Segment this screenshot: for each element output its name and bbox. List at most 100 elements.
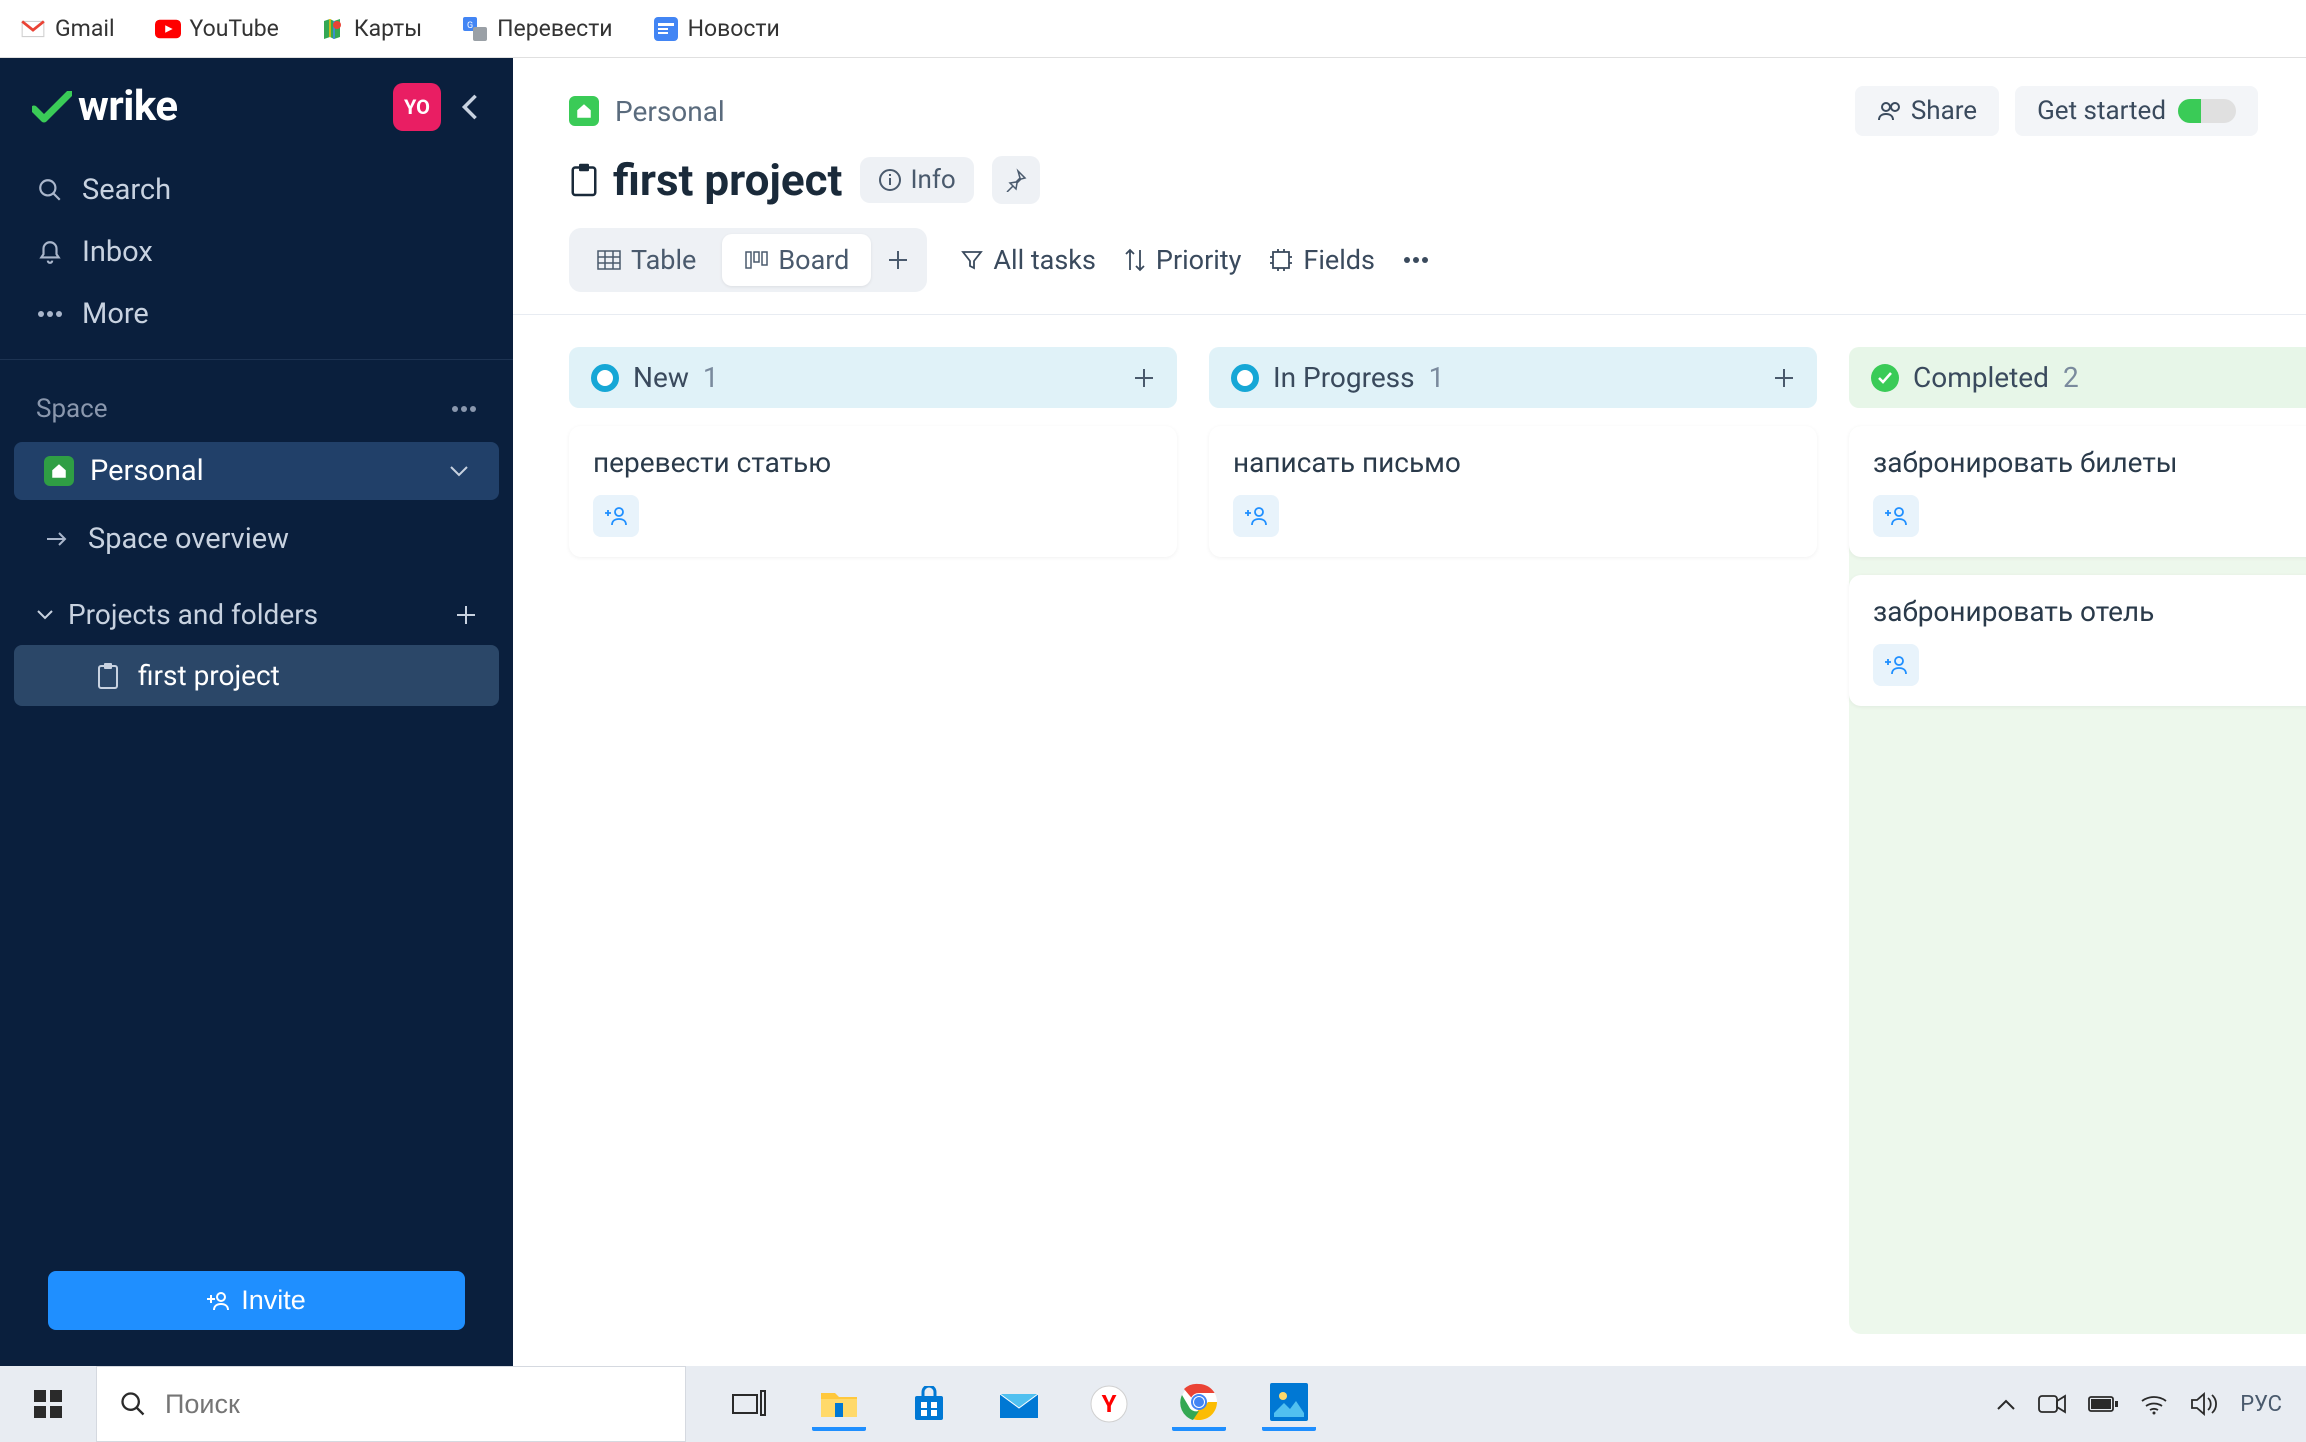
camera-icon	[2038, 1393, 2066, 1415]
wrike-logo[interactable]: wrike	[32, 82, 178, 131]
project-first-project[interactable]: first project	[14, 645, 499, 706]
taskbar-mail[interactable]	[992, 1377, 1046, 1431]
assign-button[interactable]	[1233, 495, 1279, 537]
task-card[interactable]: забронировать отель	[1849, 575, 2306, 706]
space-menu-button[interactable]	[451, 405, 477, 413]
column-header-new[interactable]: New 1	[569, 347, 1177, 408]
bookmark-maps[interactable]: Карты	[319, 15, 422, 42]
tray-wifi[interactable]	[2140, 1393, 2168, 1415]
bookmark-translate[interactable]: G Перевести	[462, 15, 612, 42]
taskbar-explorer[interactable]	[812, 1377, 866, 1431]
plus-icon	[1133, 367, 1155, 389]
add-project-button[interactable]	[455, 604, 477, 626]
battery-icon	[2088, 1395, 2118, 1413]
column-body: перевести статью	[569, 426, 1177, 1334]
yandex-icon: Y	[1090, 1385, 1128, 1423]
bookmark-youtube[interactable]: YouTube	[155, 15, 279, 42]
toolbar: Table Board All tasks	[513, 228, 2306, 315]
chevron-left-icon	[461, 93, 479, 121]
assign-button[interactable]	[593, 495, 639, 537]
card-title: перевести статью	[593, 446, 1153, 479]
space-personal[interactable]: Personal	[14, 442, 499, 500]
taskbar-apps: Y	[722, 1377, 1316, 1431]
sort-priority[interactable]: Priority	[1124, 244, 1241, 276]
taskbar-yandex[interactable]: Y	[1082, 1377, 1136, 1431]
pin-button[interactable]	[992, 156, 1040, 204]
add-user-icon	[1884, 654, 1908, 676]
more-toolbar-button[interactable]	[1403, 256, 1429, 264]
tray-expand[interactable]	[1996, 1397, 2016, 1411]
nav-inbox[interactable]: Inbox	[0, 221, 513, 283]
assign-button[interactable]	[1873, 495, 1919, 537]
logo-text: wrike	[78, 82, 178, 131]
task-card[interactable]: перевести статью	[569, 426, 1177, 557]
space-name: Personal	[90, 454, 204, 488]
tray-language[interactable]: РУС	[2240, 1392, 2282, 1417]
overview-label: Space overview	[88, 522, 289, 556]
fields-icon	[1269, 249, 1293, 271]
task-view-button[interactable]	[722, 1377, 776, 1431]
get-started-button[interactable]: Get started	[2015, 86, 2258, 136]
bookmark-label: Новости	[688, 15, 780, 42]
space-overview[interactable]: Space overview	[14, 510, 499, 568]
add-user-icon	[1244, 505, 1268, 527]
view-label: Table	[631, 244, 696, 276]
bookmark-gmail[interactable]: Gmail	[20, 15, 115, 42]
maps-icon	[319, 16, 345, 42]
taskbar-photos[interactable]	[1262, 1377, 1316, 1431]
invite-button[interactable]: Invite	[48, 1271, 465, 1330]
nav-more[interactable]: More	[0, 283, 513, 345]
svg-text:G: G	[467, 21, 473, 31]
task-card[interactable]: написать письмо	[1209, 426, 1817, 557]
task-card[interactable]: забронировать билеты	[1849, 426, 2306, 557]
sort-label: Priority	[1156, 244, 1241, 276]
collapse-sidebar-button[interactable]	[455, 92, 485, 122]
user-area: YO	[393, 83, 485, 131]
plus-icon	[1773, 367, 1795, 389]
filter-label: All tasks	[993, 244, 1096, 276]
taskbar-search[interactable]	[96, 1366, 686, 1442]
start-button[interactable]	[0, 1366, 96, 1442]
status-completed-icon	[1871, 364, 1899, 392]
view-table[interactable]: Table	[575, 234, 718, 286]
projects-header[interactable]: Projects and folders	[0, 568, 513, 645]
add-user-icon	[1884, 505, 1908, 527]
filter-all-tasks[interactable]: All tasks	[961, 244, 1096, 276]
taskbar-store[interactable]	[902, 1377, 956, 1431]
taskbar-chrome[interactable]	[1172, 1377, 1226, 1431]
add-card-button[interactable]	[1773, 367, 1795, 389]
view-board[interactable]: Board	[722, 234, 871, 286]
bookmark-news[interactable]: Новости	[653, 15, 780, 42]
taskbar-search-input[interactable]	[165, 1389, 663, 1420]
tray-meet-now[interactable]	[2038, 1393, 2066, 1415]
breadcrumb[interactable]: Personal	[615, 95, 725, 128]
share-button[interactable]: Share	[1855, 86, 1999, 136]
column-header-completed[interactable]: Completed 2	[1849, 347, 2306, 408]
gmail-icon	[20, 16, 46, 42]
add-card-button[interactable]	[1133, 367, 1155, 389]
fields-button[interactable]: Fields	[1269, 244, 1375, 276]
toolbar-filters: All tasks Priority Fields	[961, 244, 1429, 276]
user-avatar[interactable]: YO	[393, 83, 441, 131]
card-title: написать письмо	[1233, 446, 1793, 479]
assign-button[interactable]	[1873, 644, 1919, 686]
get-started-label: Get started	[2037, 96, 2166, 126]
column-count: 1	[1429, 361, 1445, 394]
nav-label: Search	[82, 173, 171, 207]
nav-search[interactable]: Search	[0, 159, 513, 221]
tray-battery[interactable]	[2088, 1395, 2118, 1413]
title-text[interactable]: first project	[613, 154, 842, 206]
windows-taskbar: Y РУС	[0, 1366, 2306, 1442]
app-container: wrike YO Search Inbox	[0, 58, 2306, 1366]
volume-icon	[2190, 1392, 2218, 1416]
status-progress-icon	[1231, 364, 1259, 392]
info-button[interactable]: Info	[860, 157, 973, 203]
info-icon	[878, 168, 902, 192]
add-view-button[interactable]	[875, 237, 921, 283]
column-new: New 1 перевести статью	[569, 347, 1177, 1334]
tray-volume[interactable]	[2190, 1392, 2218, 1416]
info-label: Info	[910, 165, 955, 195]
sidebar: wrike YO Search Inbox	[0, 58, 513, 1366]
column-header-progress[interactable]: In Progress 1	[1209, 347, 1817, 408]
home-icon	[44, 456, 74, 486]
